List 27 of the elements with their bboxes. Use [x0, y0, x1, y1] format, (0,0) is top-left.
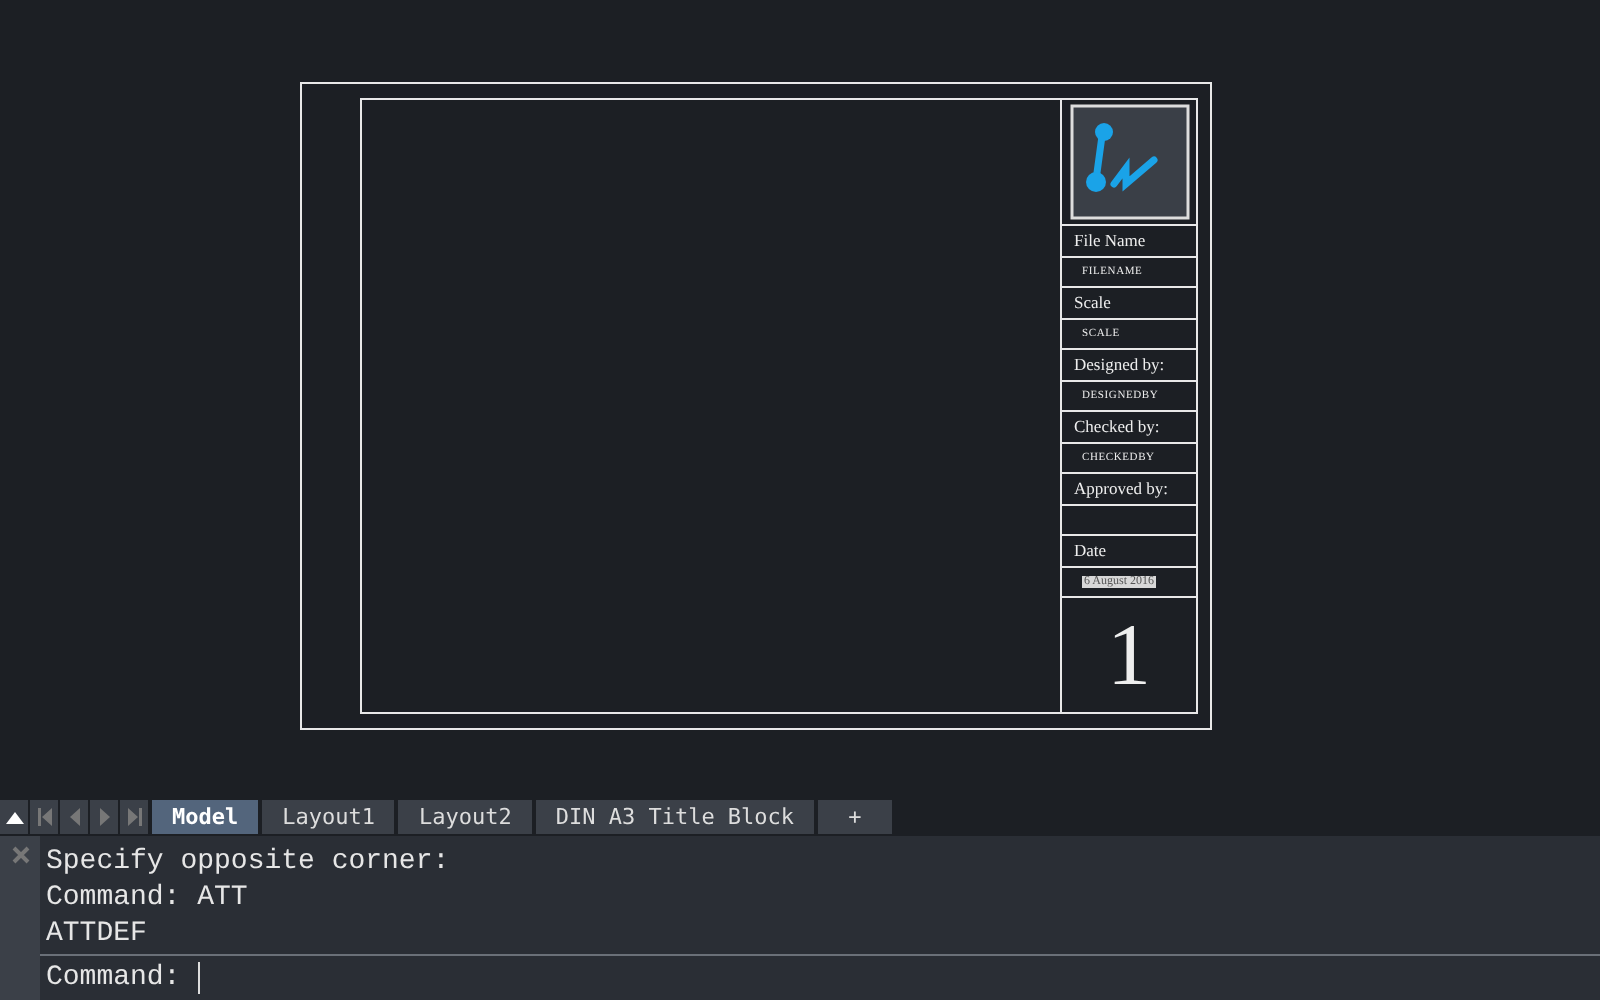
field-label: Scale: [1074, 292, 1111, 313]
first-icon: [37, 808, 51, 826]
scroll-up-button[interactable]: [0, 800, 28, 834]
field-label: Designed by:: [1074, 354, 1165, 375]
layout-tab[interactable]: Model: [152, 800, 259, 834]
command-history-line: Command: ATT: [46, 880, 250, 916]
last-icon: [127, 808, 141, 826]
close-icon[interactable]: [11, 846, 29, 864]
field-label: Approved by:: [1074, 478, 1168, 499]
layout-tab[interactable]: Layout2: [398, 800, 532, 834]
field-label: File Name: [1074, 230, 1146, 251]
sheet-number: 1: [1105, 604, 1153, 708]
previous-tab-button[interactable]: [60, 800, 88, 834]
command-history-line: ATTDEF: [46, 916, 149, 952]
logo-icon: [1069, 104, 1189, 220]
previous-icon: [69, 808, 79, 826]
next-icon: [99, 808, 109, 826]
triangle-up-icon: [5, 811, 23, 823]
field-label: Date: [1074, 540, 1107, 561]
last-tab-button[interactable]: [120, 800, 148, 834]
layout-tab[interactable]: Layout1: [262, 800, 395, 834]
layout-tab[interactable]: DIN A3 Title Block: [535, 800, 815, 834]
command-history-line: Specify opposite corner:: [46, 844, 452, 880]
command-input-field[interactable]: Command:: [40, 954, 1600, 1000]
field-label: Checked by:: [1074, 416, 1160, 437]
add-layout-button[interactable]: +: [818, 800, 892, 834]
next-tab-button[interactable]: [90, 800, 118, 834]
